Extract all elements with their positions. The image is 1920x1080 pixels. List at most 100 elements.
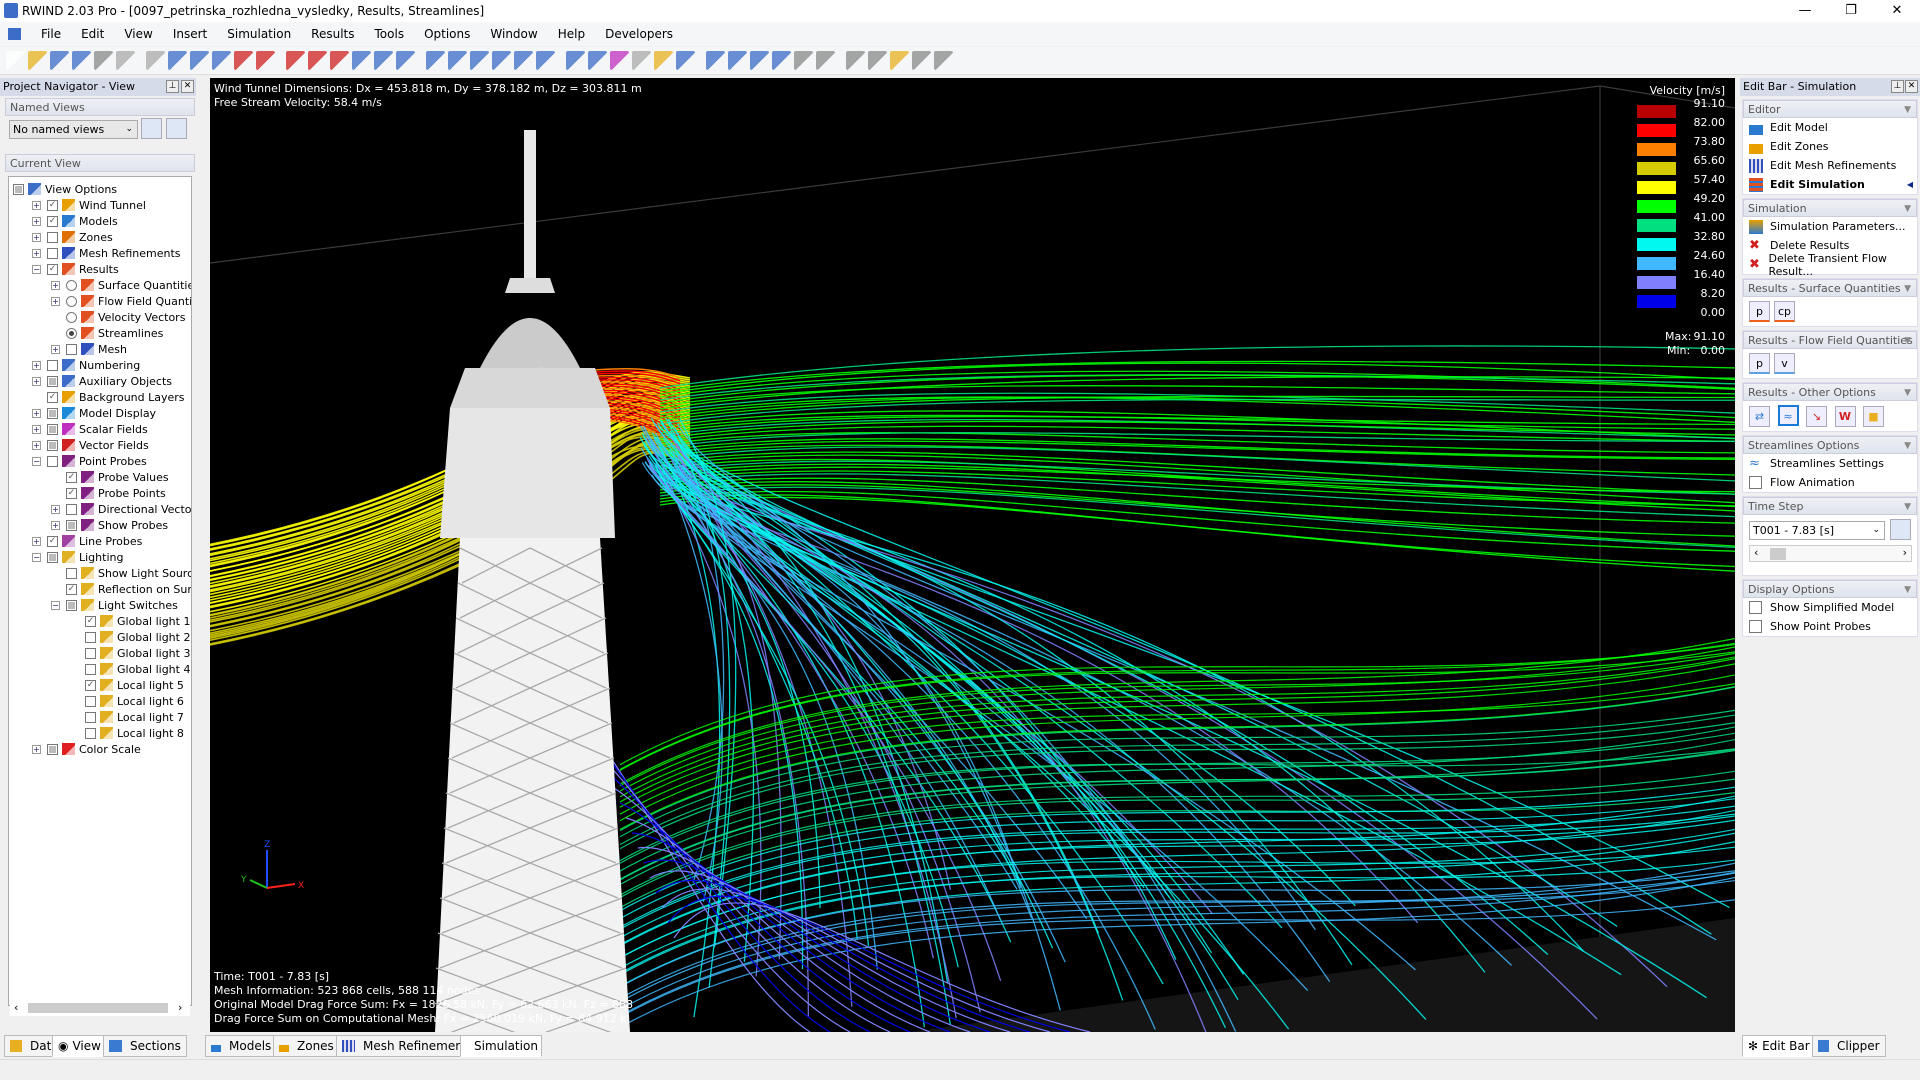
tree-item[interactable]: + Mesh [51, 341, 127, 357]
flow-animation-checkbox[interactable] [1749, 476, 1762, 489]
toolbar-button-icon[interactable] [728, 51, 747, 70]
checkbox[interactable] [85, 695, 96, 707]
menu-developers[interactable]: Developers [595, 27, 683, 41]
apply-view-button[interactable] [141, 118, 162, 139]
toolbar-button-icon[interactable] [234, 51, 253, 70]
tab-clipper[interactable]: Clipper [1812, 1035, 1886, 1057]
menu-window[interactable]: Window [480, 27, 547, 41]
tree-item[interactable]: − Point Probes [32, 453, 147, 469]
toolbar-button-icon[interactable] [72, 51, 91, 70]
tab-models[interactable]: Models [205, 1035, 278, 1057]
toolbar-button-icon[interactable] [514, 51, 533, 70]
tab-sections[interactable]: Sections [103, 1035, 187, 1057]
checkbox[interactable] [85, 631, 96, 643]
checkbox[interactable] [47, 359, 58, 371]
expand-icon[interactable]: + [51, 280, 60, 290]
toolbar-button-icon[interactable] [352, 51, 371, 70]
checkbox[interactable]: ✓ [85, 679, 96, 691]
expand-icon[interactable]: + [32, 216, 41, 226]
checkbox[interactable] [85, 727, 96, 739]
streamlines-icon[interactable]: ≈ [1777, 405, 1799, 426]
edit-mesh-refinements[interactable]: Edit Mesh Refinements [1743, 156, 1917, 175]
toolbar-button-icon[interactable] [168, 51, 187, 70]
collapse-icon[interactable]: − [32, 456, 41, 466]
tree-item[interactable]: − ✓ Results [32, 261, 119, 277]
toolbar-button-icon[interactable] [256, 51, 275, 70]
close-panel-button[interactable]: ✕ [1905, 80, 1918, 93]
expand-icon[interactable]: + [32, 376, 41, 386]
named-views-select[interactable]: No named views ⌄ [9, 120, 138, 139]
tab-edit-bar[interactable]: ✻ Edit Bar [1742, 1035, 1816, 1057]
expand-icon[interactable]: + [32, 536, 41, 546]
expand-icon[interactable]: + [32, 200, 41, 210]
expand-icon[interactable]: + [32, 408, 41, 418]
toolbar-button-icon[interactable] [654, 51, 673, 70]
menu-options[interactable]: Options [414, 27, 480, 41]
menu-help[interactable]: Help [548, 27, 595, 41]
editor-header[interactable]: Editor ▼ [1743, 100, 1917, 118]
toolbar-button-icon[interactable] [94, 51, 113, 70]
expand-icon[interactable]: + [32, 424, 41, 434]
tree-item[interactable]: ✓ Background Layers [32, 389, 185, 405]
chart-icon[interactable]: ↘ [1806, 406, 1827, 427]
pin-button[interactable]: ⊥ [1891, 80, 1904, 93]
scroll-left-icon[interactable]: ‹ [14, 1001, 18, 1014]
tree-horizontal-scrollbar[interactable]: ‹ › [10, 1000, 190, 1016]
checkbox[interactable] [66, 567, 77, 579]
menu-results[interactable]: Results [301, 27, 364, 41]
vectors-icon[interactable]: ⇄ [1749, 406, 1770, 427]
tree-item[interactable]: + Surface Quantities [51, 277, 191, 293]
checkbox[interactable] [47, 423, 58, 435]
streamlines-settings[interactable]: ≈ Streamlines Settings [1743, 454, 1917, 473]
radio-button[interactable] [66, 311, 77, 323]
toolbar-button-icon[interactable] [816, 51, 835, 70]
toolbar-button-icon[interactable] [846, 51, 865, 70]
tree-item[interactable]: Global light 4 [70, 661, 190, 677]
tree-item[interactable]: + Scalar Fields [32, 421, 148, 437]
toolbar-button-icon[interactable] [588, 51, 607, 70]
doc-icon[interactable] [8, 28, 21, 40]
toolbar-button-icon[interactable] [330, 51, 349, 70]
toolbar-button-icon[interactable] [470, 51, 489, 70]
simulation-parameters[interactable]: Simulation Parameters... [1743, 217, 1917, 236]
toolbar-button-icon[interactable] [912, 51, 931, 70]
tab-simulation[interactable]: Simulation [460, 1035, 542, 1057]
tree-item[interactable]: ✓ Global light 1 [70, 613, 190, 629]
checkbox[interactable] [47, 455, 58, 467]
tree-item[interactable]: Global light 3 [70, 645, 190, 661]
tree-item[interactable]: + Auxiliary Objects [32, 373, 172, 389]
tree-item[interactable]: + ✓ Line Probes [32, 533, 142, 549]
edit-simulation[interactable]: Edit Simulation ◀ [1743, 175, 1917, 194]
toolbar-button-icon[interactable] [934, 51, 953, 70]
tree-item[interactable]: − Light Switches [51, 597, 178, 613]
toolbar-button-icon[interactable] [610, 51, 629, 70]
checkbox[interactable] [66, 343, 77, 355]
flow-v-button[interactable]: v [1774, 353, 1795, 374]
menu-file[interactable]: File [31, 27, 71, 41]
tree-item[interactable]: + Flow Field Quantities [51, 293, 191, 309]
edit-model[interactable]: Edit Model [1743, 118, 1917, 137]
checkbox[interactable]: ✓ [47, 199, 58, 211]
export-icon[interactable]: ■ [1863, 406, 1884, 427]
timestep-settings-button[interactable] [1890, 519, 1911, 540]
collapse-icon[interactable]: − [32, 264, 41, 274]
checkbox[interactable] [47, 375, 58, 387]
toolbar-button-icon[interactable] [706, 51, 725, 70]
toolbar-button-icon[interactable] [426, 51, 445, 70]
slider-thumb[interactable] [1770, 548, 1786, 560]
expand-icon[interactable]: + [51, 296, 60, 306]
scroll-thumb[interactable] [28, 1003, 168, 1013]
toolbar-button-icon[interactable] [750, 51, 769, 70]
radio-button[interactable] [66, 327, 77, 339]
radio-button[interactable] [66, 279, 77, 291]
surface-cp-button[interactable]: cp [1774, 301, 1795, 322]
toolbar-button-icon[interactable] [868, 51, 887, 70]
menu-simulation[interactable]: Simulation [217, 27, 301, 41]
toolbar-button-icon[interactable] [190, 51, 209, 70]
tree-item[interactable]: + Directional Vectors [51, 501, 191, 517]
expand-icon[interactable]: + [32, 744, 41, 754]
expand-icon[interactable]: + [32, 360, 41, 370]
toolbar-button-icon[interactable] [794, 51, 813, 70]
menu-view[interactable]: View [114, 27, 162, 41]
timestep-select[interactable]: T001 - 7.83 [s] ⌄ [1749, 521, 1885, 540]
